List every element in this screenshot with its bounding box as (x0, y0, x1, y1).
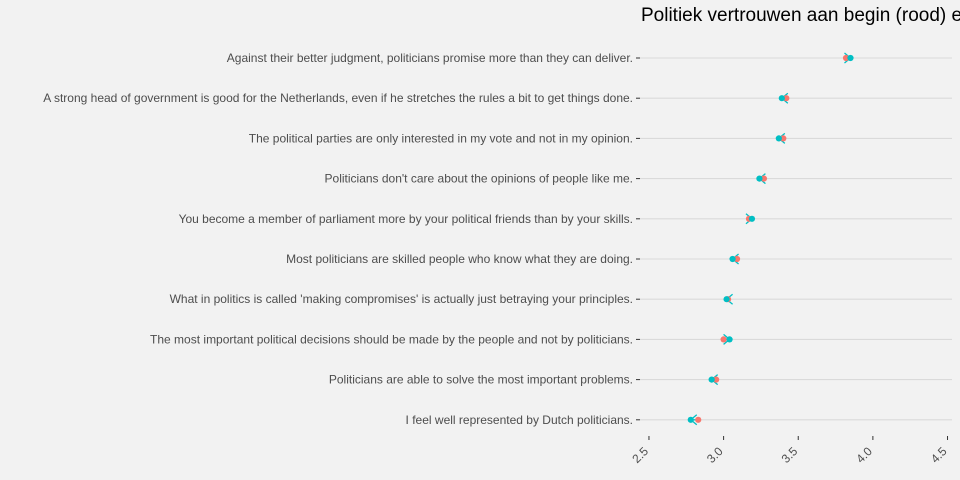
end-point (847, 54, 854, 62)
end-point (729, 255, 736, 263)
trust-dot-chart: Against their better judgment, politicia… (0, 0, 960, 480)
end-point (708, 376, 715, 383)
y-tick-label: The most important political decisions s… (150, 332, 633, 346)
y-tick-label: A strong head of government is good for … (43, 91, 633, 105)
y-tick-label: What in politics is called 'making compr… (170, 292, 633, 306)
y-tick-label: I feel well represented by Dutch politic… (406, 413, 633, 427)
y-tick-label: Most politicians are skilled people who … (286, 252, 633, 266)
y-tick-label: Politicians are able to solve the most i… (329, 373, 633, 387)
y-tick-label: The political parties are only intereste… (249, 131, 633, 145)
start-point (695, 416, 702, 423)
end-point (748, 215, 756, 222)
end-point (687, 416, 694, 423)
end-point (723, 296, 730, 303)
end-point (778, 95, 785, 102)
plot-background (0, 0, 960, 480)
chart-title: Politiek vertrouwen aan begin (rood) e (641, 5, 960, 26)
y-tick-label: Politicians don't care about the opinion… (325, 172, 633, 186)
end-point (775, 135, 782, 142)
start-point (720, 336, 727, 343)
end-point (756, 175, 763, 182)
end-point (726, 336, 733, 343)
y-tick-label: You become a member of parliament more b… (179, 212, 633, 226)
y-tick-label: Against their better judgment, politicia… (227, 51, 633, 65)
